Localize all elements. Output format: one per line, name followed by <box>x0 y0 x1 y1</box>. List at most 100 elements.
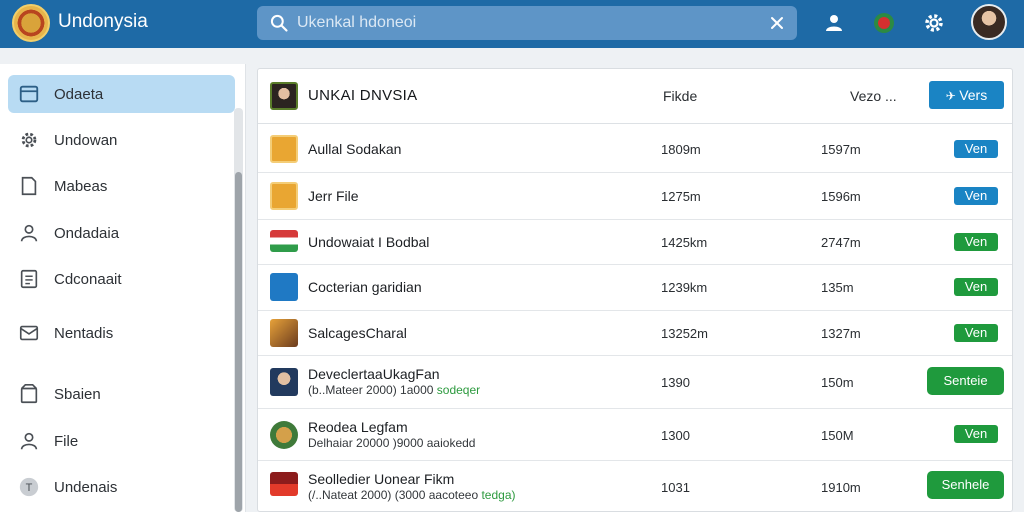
table-row[interactable]: Jerr File 1275m 1596m Ven <box>258 173 1012 220</box>
row-tag: sodeqer <box>436 383 481 397</box>
document-icon <box>21 176 37 196</box>
folder-icon <box>270 135 298 163</box>
row-col2: 1597m <box>821 142 861 157</box>
sidebar-item-label: Undenais <box>54 479 118 496</box>
row-col2: 2747m <box>821 235 861 250</box>
search-input[interactable] <box>297 6 757 40</box>
row-col1: 1275m <box>661 189 701 204</box>
shield-icon <box>270 273 298 301</box>
sidebar-item-undowan[interactable]: Undowan <box>8 121 235 159</box>
photo-icon <box>270 319 298 347</box>
row-name: Seolledier Uonear Fikm <box>308 471 455 487</box>
sidebar-item-label: Ondadaia <box>54 225 120 242</box>
row-tag: tedga) <box>481 488 516 502</box>
emblem-icon <box>270 421 298 449</box>
row-subtitle: Delhaiar 20000 )9000 aaiokedd <box>308 436 476 450</box>
view-button[interactable]: Ven <box>954 187 998 205</box>
row-name: Jerr File <box>308 188 359 204</box>
sidebar-item-label: Nentadis <box>54 325 114 342</box>
row-col1: 1031 <box>661 480 690 495</box>
avatar[interactable] <box>971 4 1007 40</box>
gear-icon[interactable] <box>922 11 946 35</box>
sidebar-item-ondadaia[interactable]: Ondadaia <box>8 214 235 252</box>
row-name: Cocterian garidian <box>308 279 422 295</box>
view-button[interactable]: Ven <box>954 278 998 296</box>
sidebar-item-file[interactable]: File <box>8 422 235 460</box>
sidebar-item-nentadis[interactable]: Nentadis <box>8 314 235 352</box>
column-header-fikde[interactable]: Fikde <box>663 88 697 104</box>
sidebar-item-mabeas[interactable]: Mabeas <box>8 167 235 205</box>
close-icon[interactable] <box>767 13 787 33</box>
user-icon <box>20 432 38 450</box>
row-col1: 1390 <box>661 375 690 390</box>
view-all-button[interactable]: ✈ Vers <box>929 81 1004 109</box>
row-col2: 150M <box>821 428 854 443</box>
row-col1: 13252m <box>661 326 708 341</box>
person-icon <box>20 224 38 242</box>
table-row[interactable]: Seolledier Uonear Fikm (/..Nateat 2000) … <box>258 461 1012 511</box>
view-button[interactable]: Ven <box>954 425 998 443</box>
column-header-vezo[interactable]: Vezo ... <box>850 88 897 104</box>
table-row[interactable]: DeveclertaaUkagFan (b..Mateer 2000) 1a00… <box>258 356 1012 409</box>
portrait-icon <box>270 368 298 396</box>
row-col1: 1239km <box>661 280 708 295</box>
row-subtitle: (/..Nateat 2000) (3000 aacoteeo tedga) <box>308 488 516 502</box>
file-icon <box>270 182 298 210</box>
notification-icon[interactable] <box>872 11 896 35</box>
mail-icon <box>19 325 39 341</box>
send-icon: ✈ <box>945 89 960 103</box>
view-button[interactable]: Ven <box>954 324 998 342</box>
view-all-label: Vers <box>959 87 988 103</box>
table-row[interactable]: Undowaiat I Bodbal 1425km 2747m Ven <box>258 220 1012 265</box>
user-account-icon[interactable] <box>822 11 846 35</box>
row-name: Aullal Sodakan <box>308 141 402 157</box>
sidebar-item-label: Odaeta <box>54 86 104 103</box>
sidebar-item-cdconaait[interactable]: Cdconaait <box>8 260 235 298</box>
top-bar: Undonysia <box>0 0 1024 48</box>
file-list-panel: UNKAI DNVSIA Fikde Vezo ... ✈ Vers Aulla… <box>257 68 1013 512</box>
row-col2: 1596m <box>821 189 861 204</box>
flag-icon <box>270 472 298 496</box>
sidebar-item-label: Sbaien <box>54 386 101 403</box>
gear-icon <box>21 132 37 148</box>
app-title: Undonysia <box>58 11 148 32</box>
sidebar-item-label: Cdconaait <box>54 271 122 288</box>
sidebar-item-odaeta[interactable]: Odaeta <box>8 75 235 113</box>
row-col1: 1809m <box>661 142 701 157</box>
select-button[interactable]: Senteie <box>927 367 1004 395</box>
row-col2: 1910m <box>821 480 861 495</box>
sidebar-item-label: Undowan <box>54 132 118 149</box>
row-name: Undowaiat I Bodbal <box>308 234 430 250</box>
row-name: SalcagesCharal <box>308 325 407 341</box>
table-row[interactable]: Cocterian garidian 1239km 135m Ven <box>258 265 1012 311</box>
window-icon <box>19 85 39 103</box>
table-row[interactable]: Reodea Legfam Delhaiar 20000 )9000 aaiok… <box>258 409 1012 461</box>
app-logo[interactable] <box>12 4 50 42</box>
view-button[interactable]: Ven <box>954 233 998 251</box>
sidebar-item-label: Mabeas <box>54 178 108 195</box>
view-button[interactable]: Ven <box>954 140 998 158</box>
sidebar-item-undenais[interactable]: T Undenais <box>8 468 235 506</box>
list-icon <box>20 269 38 289</box>
row-name: DeveclertaaUkagFan <box>308 366 440 382</box>
t-circle-icon: T <box>19 477 39 497</box>
sidebar-item-sbaien[interactable]: Sbaien <box>8 375 235 413</box>
row-name: Reodea Legfam <box>308 419 408 435</box>
sidebar-scrollbar-thumb[interactable] <box>235 172 242 512</box>
row-col2: 1327m <box>821 326 861 341</box>
header-avatar-icon <box>270 82 298 110</box>
search-bar <box>257 6 797 40</box>
row-col2: 135m <box>821 280 854 295</box>
flag-icon <box>270 230 298 252</box>
header-title: UNKAI DNVSIA <box>308 87 418 104</box>
table-row[interactable]: Aullal Sodakan 1809m 1597m Ven <box>258 125 1012 173</box>
row-col2: 150m <box>821 375 854 390</box>
row-col1: 1425km <box>661 235 708 250</box>
search-icon <box>270 14 288 32</box>
sidebar-item-label: File <box>54 433 79 450</box>
sidebar: Odaeta Undowan Mabeas Ondadaia Cdconaait <box>0 64 246 512</box>
table-row[interactable]: SalcagesCharal 13252m 1327m Ven <box>258 311 1012 356</box>
select-button[interactable]: Senhele <box>927 471 1004 499</box>
row-subtitle: (b..Mateer 2000) 1a000 sodeqer <box>308 383 481 397</box>
svg-text:T: T <box>26 482 33 494</box>
